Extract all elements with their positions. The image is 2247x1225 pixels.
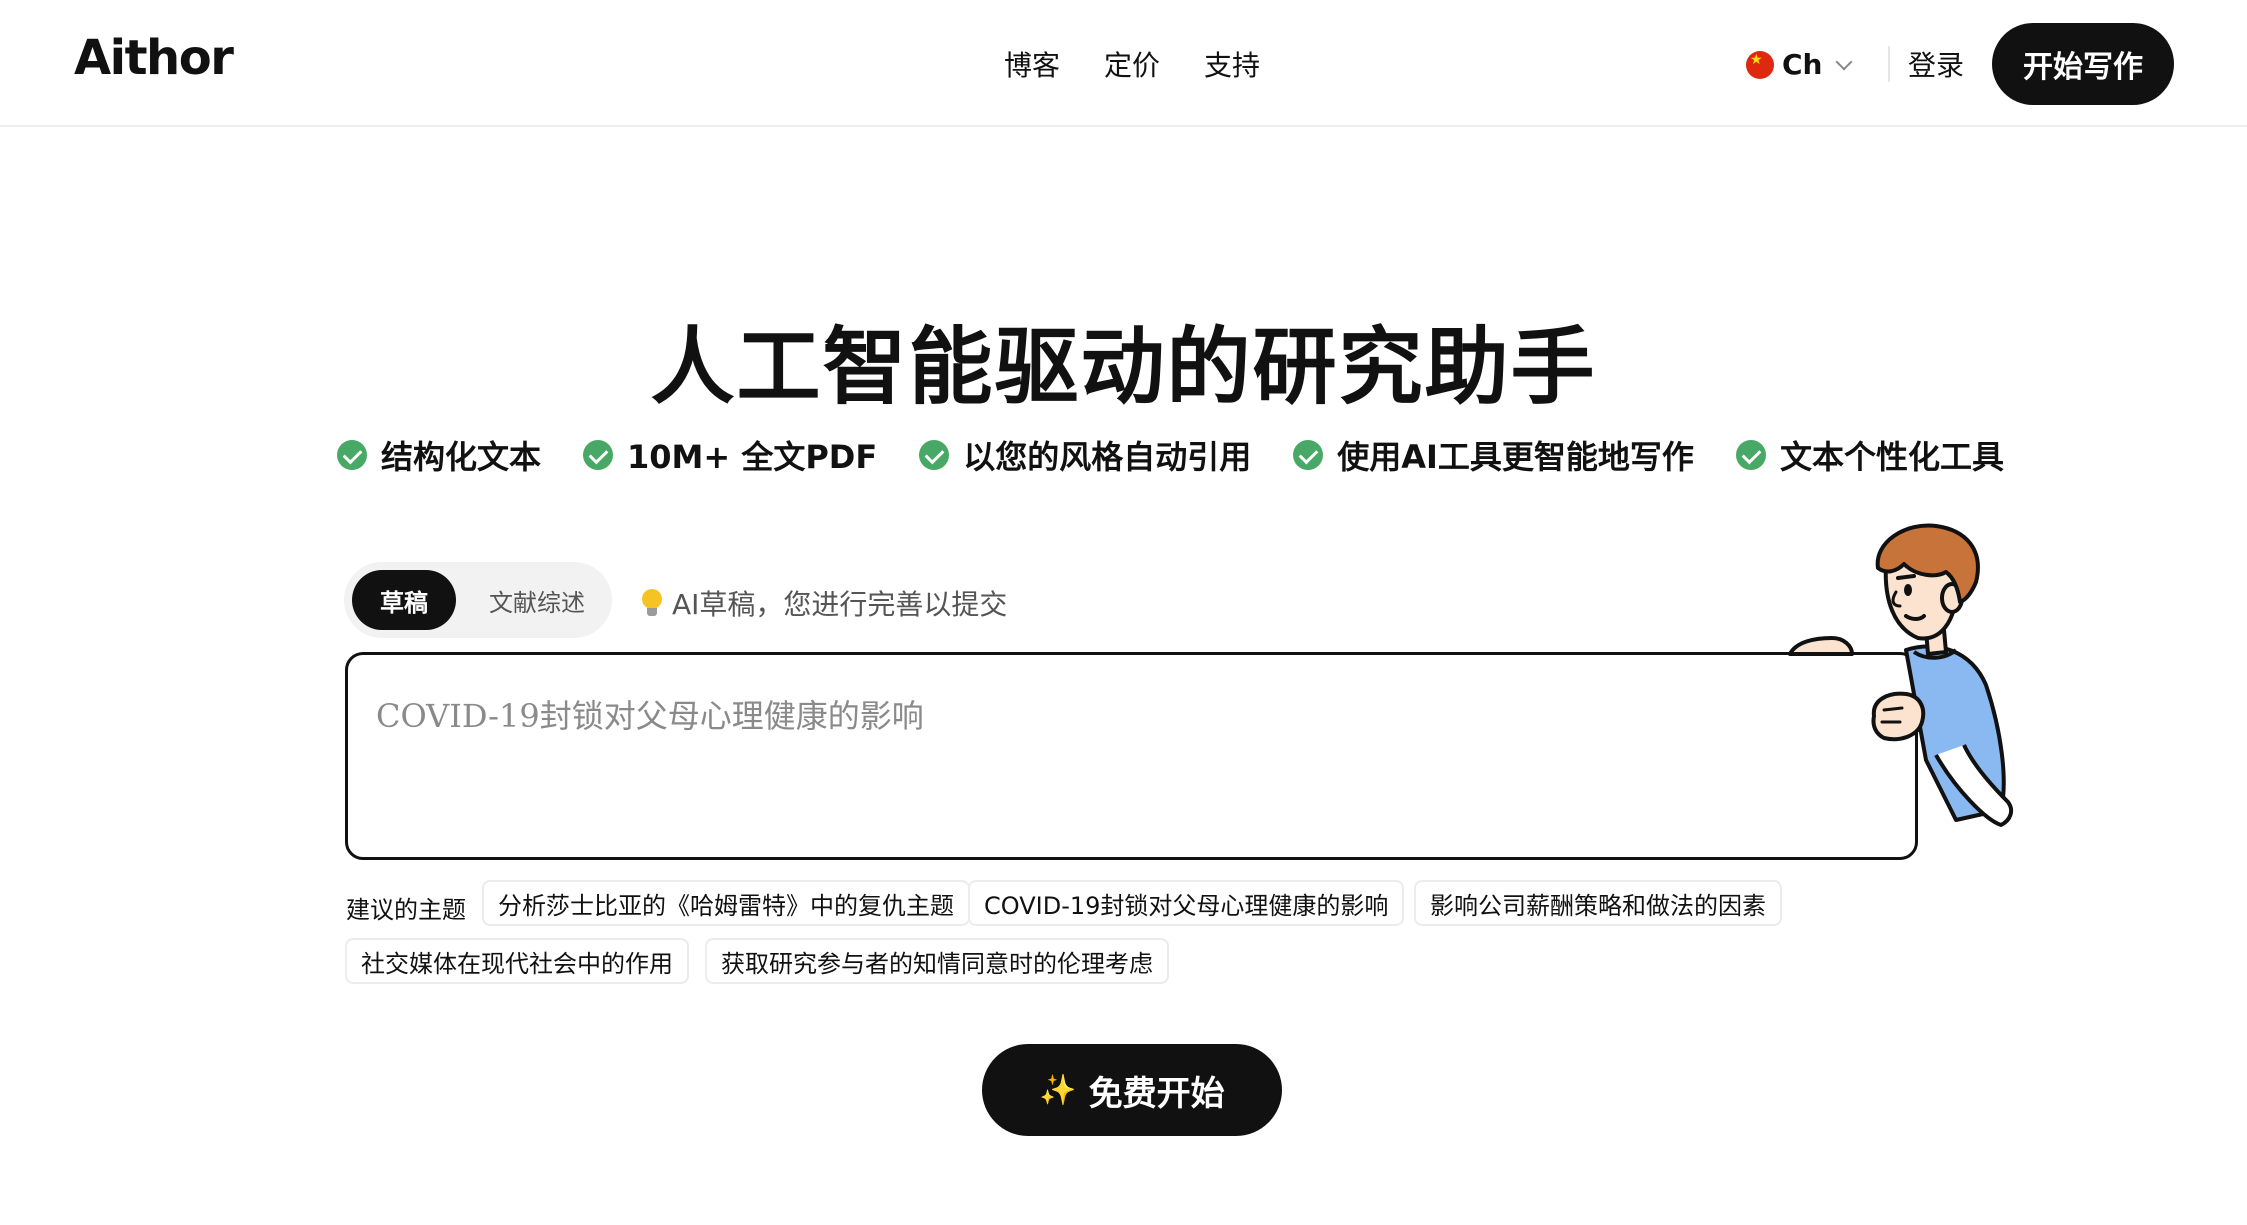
check-circle-icon	[1293, 440, 1324, 470]
login-link[interactable]: 登录	[1908, 44, 1964, 84]
lightbulb-icon	[640, 587, 664, 619]
logo[interactable]: Aithor	[74, 30, 234, 86]
mascot-illustration	[1788, 523, 2014, 827]
start-writing-button[interactable]: 开始写作	[1992, 23, 2174, 105]
nav-link-pricing[interactable]: 定价	[1104, 44, 1160, 84]
feature-label: 使用AI工具更智能地写作	[1337, 438, 1694, 476]
mode-tab-draft[interactable]: 草稿	[352, 570, 456, 630]
suggestion-chip[interactable]: 分析莎士比亚的《哈姆雷特》中的复仇主题	[482, 880, 970, 926]
topic-input[interactable]	[348, 655, 1915, 857]
header-divider	[1888, 46, 1890, 82]
nav-link-support[interactable]: 支持	[1204, 44, 1260, 84]
suggestion-chip[interactable]: 影响公司薪酬策略和做法的因素	[1414, 880, 1782, 926]
suggested-topics-label: 建议的主题	[346, 896, 466, 924]
check-circle-icon	[337, 440, 367, 470]
china-flag-icon	[1746, 50, 1774, 79]
mode-tab-literature-review[interactable]: 文献综述	[470, 570, 604, 630]
feature-item: 以您的风格自动引用	[919, 432, 1251, 478]
feature-label: 以您的风格自动引用	[963, 438, 1252, 476]
mode-toggle: 草稿 文献综述	[344, 562, 612, 638]
feature-list: 结构化文本 10M+ 全文PDF 以您的风格自动引用 使用AI工具更智能地写作 …	[337, 432, 2004, 478]
hint: AI草稿，您进行完善以提交	[640, 583, 1007, 623]
check-circle-icon	[583, 440, 614, 470]
check-circle-icon	[1735, 440, 1766, 470]
hint-text: AI草稿，您进行完善以提交	[672, 588, 1008, 621]
feature-label: 10M+ 全文PDF	[627, 438, 878, 476]
suggestion-chip[interactable]: 社交媒体在现代社会中的作用	[345, 938, 689, 984]
chevron-down-icon	[1835, 53, 1853, 70]
topic-box	[345, 652, 1918, 860]
sparkle-icon: ✨	[1039, 1073, 1077, 1107]
feature-item: 文本个性化工具	[1735, 432, 2004, 478]
check-circle-icon	[919, 440, 950, 470]
suggestion-chip[interactable]: 获取研究参与者的知情同意时的伦理考虑	[705, 938, 1169, 984]
feature-item: 使用AI工具更智能地写作	[1293, 432, 1694, 478]
feature-label: 结构化文本	[381, 438, 542, 476]
start-free-button[interactable]: ✨ 免费开始	[982, 1044, 1282, 1136]
feature-label: 文本个性化工具	[1779, 438, 2004, 476]
language-selector[interactable]: Ch	[1746, 48, 1853, 81]
feature-item: 10M+ 全文PDF	[583, 432, 877, 478]
main-nav: 博客 定价 支持	[1004, 44, 1260, 84]
suggestion-chip[interactable]: COVID-19封锁对父母心理健康的影响	[968, 880, 1405, 926]
page-title: 人工智能驱动的研究助手	[650, 318, 1597, 416]
start-free-label: 免费开始	[1088, 1074, 1225, 1113]
nav-link-blog[interactable]: 博客	[1004, 44, 1060, 84]
feature-item: 结构化文本	[337, 432, 541, 478]
site-header: Aithor 博客 定价 支持 Ch 登录 开始写作	[0, 0, 2247, 127]
language-label: Ch	[1782, 48, 1823, 81]
